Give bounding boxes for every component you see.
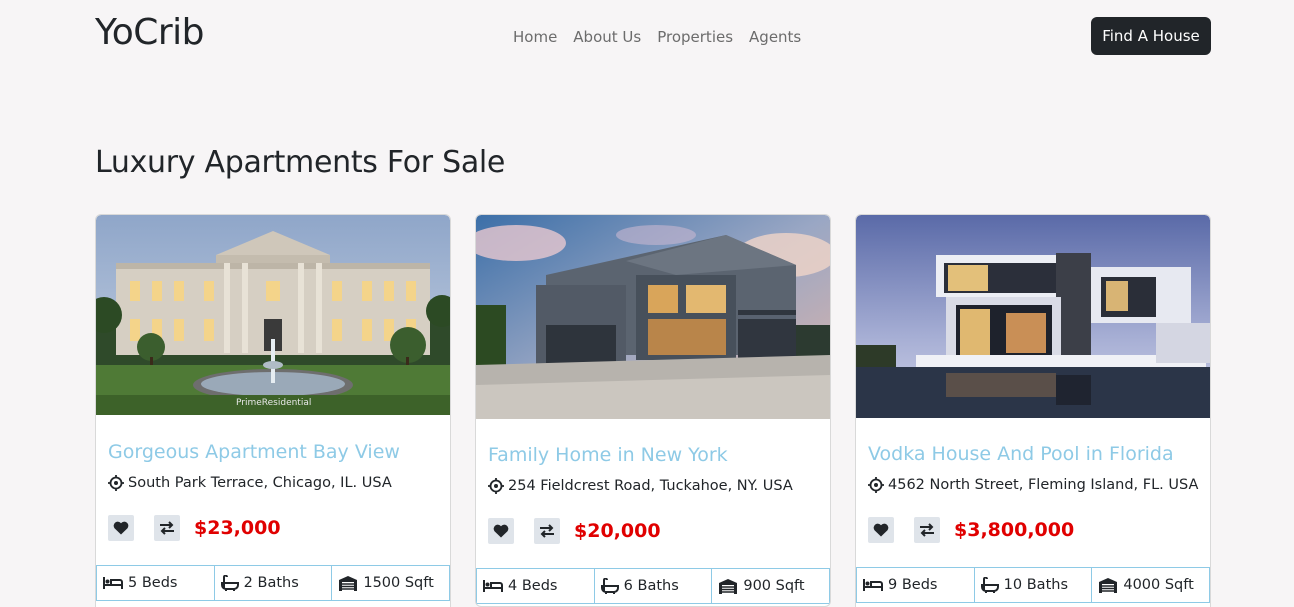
- beds-label: 9 Beds: [888, 577, 938, 593]
- card-actions: $3,800,000: [868, 517, 1074, 543]
- card-actions: $23,000: [108, 515, 281, 541]
- baths-label: 2 Baths: [243, 575, 299, 591]
- find-a-house-button[interactable]: Find A House: [1091, 17, 1211, 55]
- location-crosshair-icon: [868, 477, 884, 493]
- heart-icon: [113, 521, 129, 535]
- compare-button[interactable]: [914, 517, 940, 543]
- feature-area: 4000 Sqft: [1091, 568, 1210, 603]
- beds-label: 4 Beds: [508, 578, 558, 594]
- warehouse-icon: [1099, 578, 1118, 593]
- area-label: 4000 Sqft: [1123, 577, 1194, 593]
- area-label: 1500 Sqft: [363, 575, 434, 591]
- bath-icon: [220, 575, 239, 591]
- warehouse-icon: [339, 576, 358, 591]
- address-text: 254 Fieldcrest Road, Tuckahoe, NY. USA: [508, 478, 793, 494]
- feature-beds: 4 Beds: [476, 569, 595, 604]
- bath-icon: [980, 577, 999, 593]
- property-card: Family Home in New York 254 Fieldcrest R…: [475, 214, 831, 607]
- property-price: $3,800,000: [954, 519, 1075, 541]
- location-crosshair-icon: [488, 478, 504, 494]
- property-features: 4 Beds 6 Baths 900 Sqft: [476, 568, 830, 604]
- beds-label: 5 Beds: [128, 575, 178, 591]
- property-image[interactable]: [476, 215, 830, 419]
- feature-area: 1500 Sqft: [331, 566, 450, 601]
- nav-properties-link[interactable]: Properties: [649, 26, 741, 48]
- swap-arrows-icon: [540, 524, 554, 538]
- navbar: YoCrib Home About Us Properties Agents F…: [0, 0, 1294, 72]
- heart-icon: [873, 523, 889, 537]
- property-title[interactable]: Vodka House And Pool in Florida: [868, 443, 1174, 465]
- heart-icon: [493, 524, 509, 538]
- property-address: South Park Terrace, Chicago, IL. USA: [108, 475, 392, 491]
- baths-label: 10 Baths: [1003, 577, 1068, 593]
- nav-home-link[interactable]: Home: [505, 26, 565, 48]
- nav-about-link[interactable]: About Us: [565, 26, 649, 48]
- location-crosshair-icon: [108, 475, 124, 491]
- bed-icon: [103, 577, 123, 589]
- property-card: PrimeResidential Gorgeous Apartment Bay …: [95, 214, 451, 607]
- property-address: 4562 North Street, Fleming Island, FL. U…: [868, 477, 1198, 493]
- brand-logo[interactable]: YoCrib: [95, 12, 205, 53]
- card-actions: $20,000: [488, 518, 661, 544]
- nav-links: Home About Us Properties Agents: [505, 26, 809, 48]
- property-title[interactable]: Family Home in New York: [488, 444, 728, 466]
- address-text: South Park Terrace, Chicago, IL. USA: [128, 475, 392, 491]
- property-price: $20,000: [574, 520, 661, 542]
- swap-arrows-icon: [160, 521, 174, 535]
- favorite-button[interactable]: [868, 517, 894, 543]
- bed-icon: [863, 579, 883, 591]
- property-image[interactable]: PrimeResidential: [96, 215, 450, 415]
- feature-baths: 2 Baths: [213, 566, 333, 601]
- feature-area: 900 Sqft: [711, 569, 830, 604]
- property-image[interactable]: [856, 215, 1210, 418]
- favorite-button[interactable]: [108, 515, 134, 541]
- warehouse-icon: [719, 579, 738, 594]
- compare-button[interactable]: [534, 518, 560, 544]
- feature-baths: 10 Baths: [973, 568, 1093, 603]
- property-features: 9 Beds 10 Baths 4000 Sqft: [856, 567, 1210, 603]
- property-features: 5 Beds 2 Baths 1500 Sqft: [96, 565, 450, 601]
- property-address: 254 Fieldcrest Road, Tuckahoe, NY. USA: [488, 478, 793, 494]
- property-price: $23,000: [194, 517, 281, 539]
- image-watermark: PrimeResidential: [236, 398, 311, 408]
- property-title[interactable]: Gorgeous Apartment Bay View: [108, 441, 400, 463]
- compare-button[interactable]: [154, 515, 180, 541]
- feature-beds: 9 Beds: [856, 568, 975, 603]
- property-card: Vodka House And Pool in Florida 4562 Nor…: [855, 214, 1211, 607]
- address-text: 4562 North Street, Fleming Island, FL. U…: [888, 477, 1199, 493]
- bath-icon: [600, 578, 619, 594]
- section-title: Luxury Apartments For Sale: [95, 145, 506, 180]
- baths-label: 6 Baths: [623, 578, 679, 594]
- bed-icon: [483, 580, 503, 592]
- favorite-button[interactable]: [488, 518, 514, 544]
- feature-beds: 5 Beds: [96, 566, 215, 601]
- nav-agents-link[interactable]: Agents: [741, 26, 809, 48]
- swap-arrows-icon: [920, 523, 934, 537]
- area-label: 900 Sqft: [743, 578, 805, 594]
- feature-baths: 6 Baths: [593, 569, 713, 604]
